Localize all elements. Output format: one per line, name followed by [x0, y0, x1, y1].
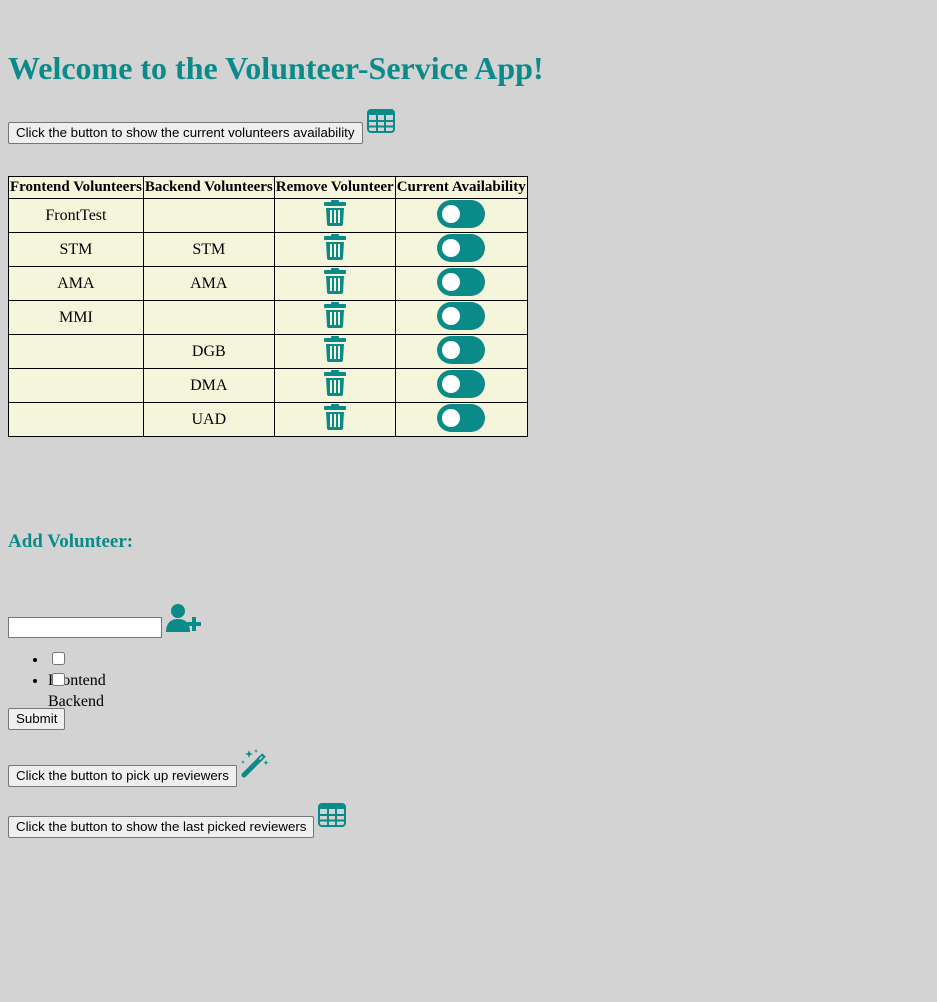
backend-volunteer-cell: STM — [142, 232, 275, 267]
remove-volunteer-cell — [273, 300, 396, 335]
frontend-volunteer-cell: AMA — [8, 266, 144, 301]
backend-volunteer-cell — [142, 300, 275, 335]
toggle-knob — [442, 306, 461, 325]
column-header-backend: Backend Volunteers — [142, 176, 275, 199]
trash-icon[interactable] — [323, 234, 346, 265]
add-volunteer-title: Add Volunteer: — [8, 531, 134, 552]
trash-icon[interactable] — [323, 302, 346, 333]
trash-icon[interactable] — [323, 370, 346, 401]
availability-cell — [394, 198, 528, 233]
backend-volunteer-cell: DGB — [142, 334, 275, 369]
table-row: DMA — [8, 368, 528, 403]
last-reviewers-button[interactable]: Click the button to show the last picked… — [8, 816, 315, 838]
show-availability-button[interactable]: Click the button to show the current vol… — [8, 122, 363, 144]
toggle-knob — [442, 374, 461, 393]
backend-volunteer-cell: AMA — [142, 266, 275, 301]
frontend-volunteer-cell: MMI — [8, 300, 144, 335]
trash-icon[interactable] — [323, 336, 346, 367]
column-header-remove: Remove Volunteer — [273, 176, 396, 199]
table-row: UAD — [8, 402, 528, 437]
submit-button[interactable]: Submit — [8, 708, 66, 730]
column-header-frontend: Frontend Volunteers — [8, 176, 144, 199]
availability-toggle[interactable] — [437, 199, 486, 228]
availability-toggle[interactable] — [437, 403, 486, 432]
availability-toggle[interactable] — [437, 335, 486, 364]
toggle-knob — [442, 238, 461, 257]
toggle-knob — [442, 340, 461, 359]
volunteers-table: Frontend Volunteers Backend Volunteers R… — [8, 176, 528, 437]
frontend-volunteer-cell — [8, 368, 144, 403]
remove-volunteer-cell — [273, 402, 396, 437]
frontend-checkbox[interactable] — [52, 652, 65, 665]
table-header-row: Frontend Volunteers Backend Volunteers R… — [8, 176, 528, 199]
remove-volunteer-cell — [273, 232, 396, 267]
user-plus-icon[interactable] — [166, 604, 202, 637]
volunteer-name-input[interactable] — [8, 617, 162, 638]
remove-volunteer-cell — [273, 266, 396, 301]
backend-volunteer-cell: DMA — [142, 368, 275, 403]
frontend-volunteer-cell — [8, 402, 144, 437]
table-icon[interactable] — [318, 803, 347, 832]
backend-volunteer-cell — [142, 198, 275, 233]
pick-reviewers-row: Click the button to pick up reviewers — [8, 748, 271, 787]
frontend-volunteer-cell — [8, 334, 144, 369]
magic-wand-icon[interactable] — [240, 748, 271, 783]
table-body: FrontTest STM STM AMA AMA MMI DGB DMA UAD — [8, 198, 528, 437]
toggle-knob — [442, 408, 461, 427]
role-option-frontend: Frontend — [48, 649, 106, 689]
availability-toggle[interactable] — [437, 233, 486, 262]
table-row: DGB — [8, 334, 528, 369]
availability-cell — [394, 402, 528, 437]
availability-cell — [394, 232, 528, 267]
role-options: Frontend Backend — [8, 649, 106, 710]
frontend-volunteer-cell: STM — [8, 232, 144, 267]
trash-icon[interactable] — [323, 200, 346, 231]
availability-cell — [394, 334, 528, 369]
column-header-availability: Current Availability — [394, 176, 528, 199]
availability-cell — [394, 300, 528, 335]
availability-cell — [394, 368, 528, 403]
add-volunteer-row — [8, 604, 202, 638]
page-title: Welcome to the Volunteer-Service App! — [8, 50, 544, 86]
availability-toggle[interactable] — [437, 267, 486, 296]
toggle-knob — [442, 272, 461, 291]
availability-toggle[interactable] — [437, 301, 486, 330]
frontend-volunteer-cell: FrontTest — [8, 198, 144, 233]
table-row: STM STM — [8, 232, 528, 267]
availability-cell — [394, 266, 528, 301]
toggle-knob — [442, 204, 461, 223]
availability-toggle[interactable] — [437, 369, 486, 398]
table-row: FrontTest — [8, 198, 528, 233]
backend-volunteer-cell: UAD — [142, 402, 275, 437]
table-icon[interactable] — [366, 109, 395, 138]
submit-row: Submit — [8, 708, 66, 730]
trash-icon[interactable] — [323, 404, 346, 435]
remove-volunteer-cell — [273, 368, 396, 403]
trash-icon[interactable] — [323, 268, 346, 299]
remove-volunteer-cell — [273, 198, 396, 233]
remove-volunteer-cell — [273, 334, 396, 369]
table-row: AMA AMA — [8, 266, 528, 301]
pick-reviewers-button[interactable]: Click the button to pick up reviewers — [8, 765, 237, 787]
backend-checkbox[interactable] — [52, 673, 65, 686]
show-availability-row: Click the button to show the current vol… — [8, 109, 395, 144]
table-row: MMI — [8, 300, 528, 335]
last-reviewers-row: Click the button to show the last picked… — [8, 803, 347, 838]
